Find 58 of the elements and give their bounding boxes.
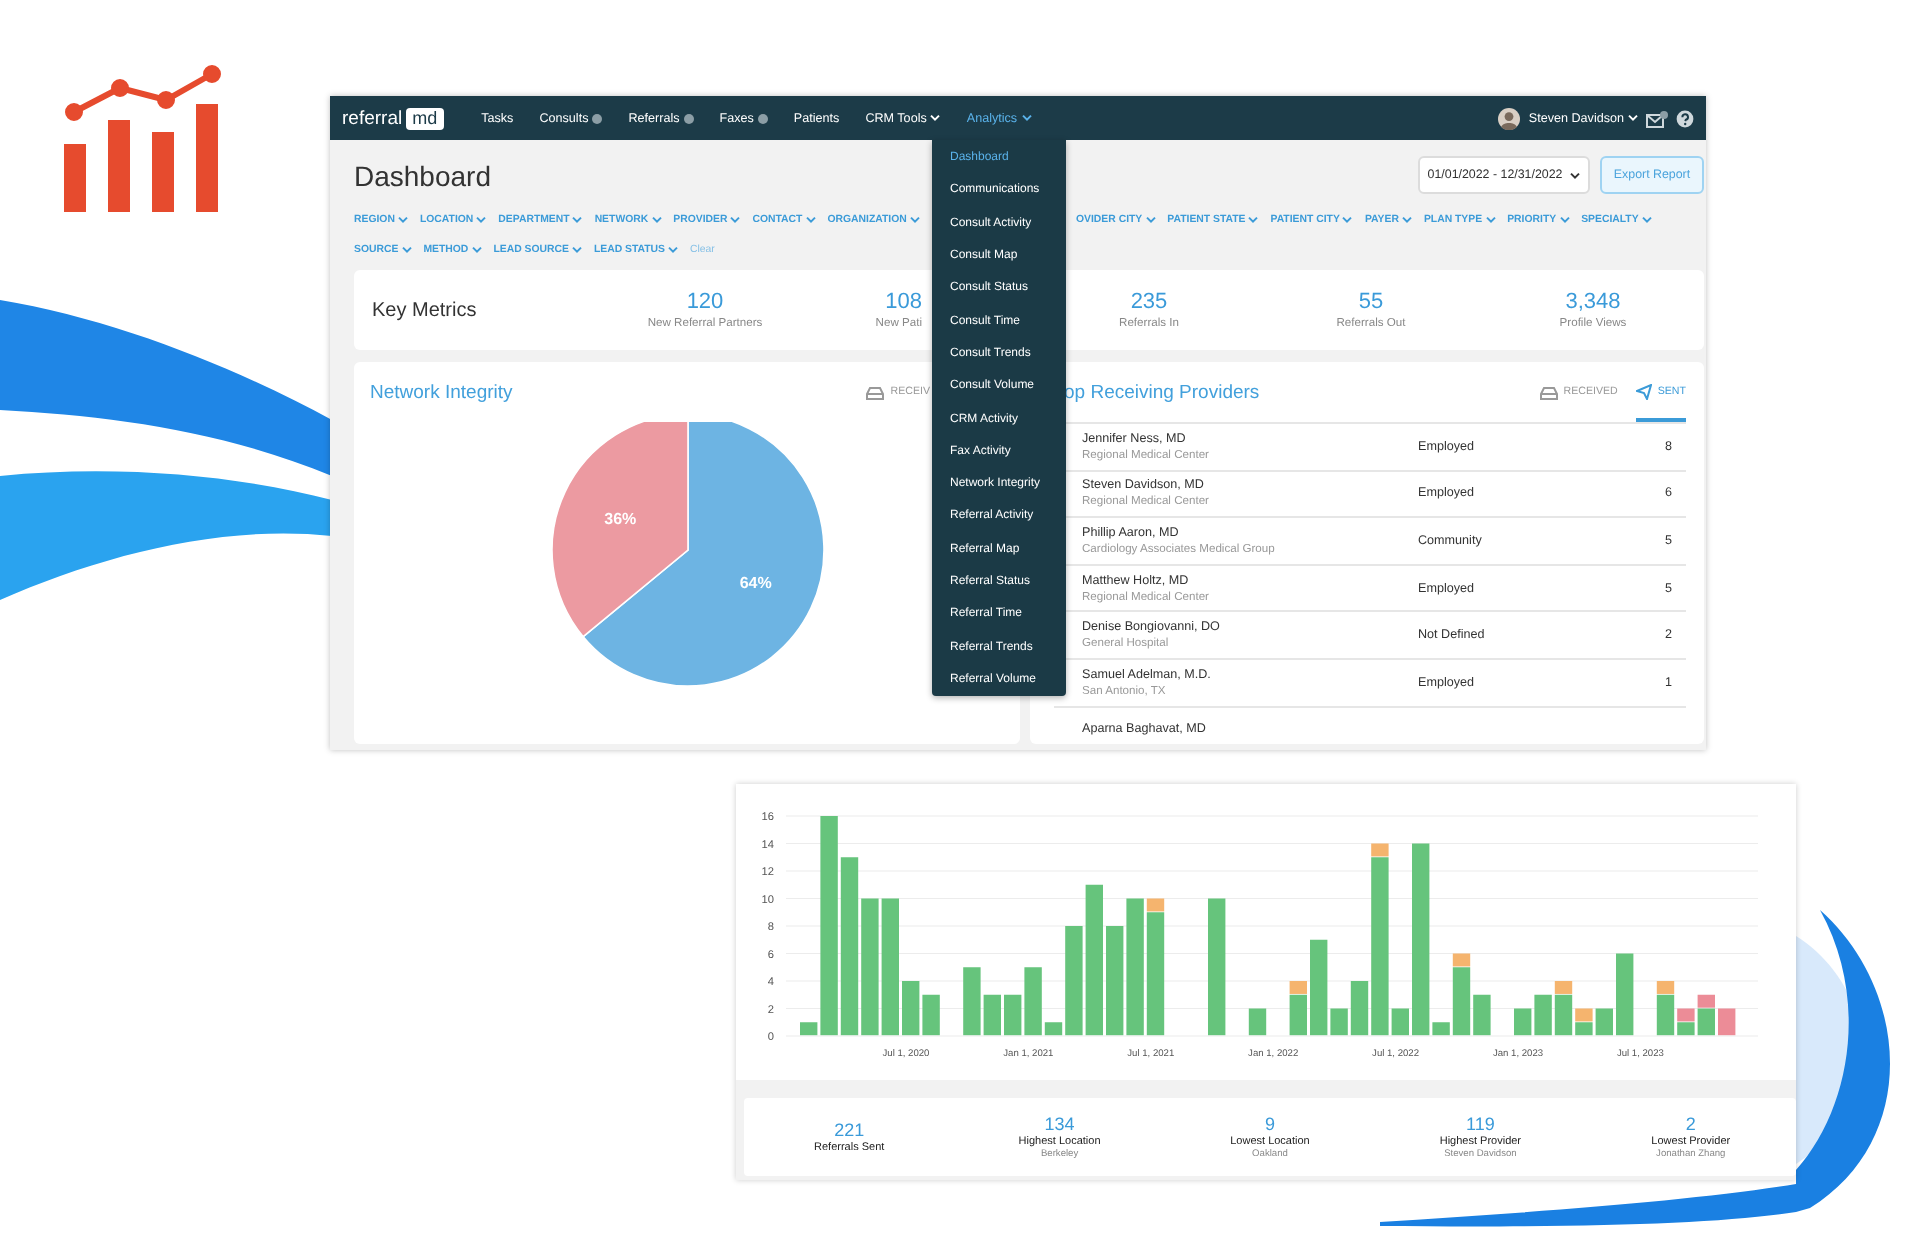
brand-badge: md [406, 107, 444, 129]
chevron-down-icon [397, 215, 408, 223]
chevron-down-icon [471, 245, 482, 253]
chevron-down-icon [476, 215, 487, 223]
chevron-down-icon [909, 215, 920, 223]
bar [1718, 1008, 1736, 1036]
inbox-icon [866, 385, 885, 399]
chevron-down-icon [1641, 215, 1652, 223]
stat-value: 119 [1466, 1114, 1495, 1134]
bar [1208, 898, 1226, 1036]
chevron-down-icon [730, 215, 741, 223]
count-icon [683, 113, 694, 123]
bar [922, 994, 940, 1036]
brand-name: referral [342, 107, 403, 129]
chevron-down-icon [1401, 215, 1412, 223]
chevron-down-icon [668, 245, 678, 253]
card-title: Key Metrics [370, 299, 479, 321]
metric-value: 108 [885, 290, 922, 314]
bar [861, 898, 879, 1036]
chevron-down-icon [651, 215, 662, 223]
count-icon [757, 113, 768, 123]
chevron-down-icon [1559, 215, 1570, 223]
chevron-down-icon [1248, 215, 1259, 223]
bar [1106, 926, 1124, 1036]
mail-icon[interactable] [1646, 109, 1668, 127]
chevron-down-icon [1485, 215, 1496, 223]
inbox-icon [1539, 385, 1558, 399]
chevron-down-icon [572, 215, 583, 223]
metric-value: 3,348 [1565, 290, 1621, 314]
bar [1248, 1008, 1267, 1036]
count-icon [592, 113, 603, 123]
bar-chart-logo-icon [64, 65, 221, 212]
card-title: Network Integrity [370, 381, 513, 403]
bar [881, 898, 899, 1036]
stat-value: 221 [834, 1120, 865, 1140]
metric-value: 120 [686, 290, 724, 314]
stat-value: 9 [1264, 1114, 1275, 1134]
paper-plane-icon [1635, 384, 1652, 400]
stat-value: 134 [1044, 1114, 1075, 1134]
chevron-down-icon [1628, 114, 1638, 122]
metric-value: 55 [1358, 290, 1384, 314]
slice-label: 64% [739, 573, 772, 592]
metric-value: 235 [1130, 290, 1168, 314]
page-title: Dashboard [354, 159, 491, 191]
chevron-down-icon [805, 215, 816, 223]
chevron-down-icon [1570, 171, 1581, 179]
chevron-down-icon [1021, 114, 1032, 122]
stat-value: 2 [1685, 1114, 1696, 1134]
help-icon[interactable] [1676, 109, 1694, 127]
avatar-icon [1498, 107, 1521, 129]
chevron-down-icon [1342, 215, 1353, 223]
chevron-down-icon [930, 114, 941, 122]
chevron-down-icon [1145, 215, 1156, 223]
chevron-down-icon [401, 245, 412, 253]
chevron-down-icon [571, 245, 582, 253]
bar [902, 981, 920, 1036]
slice-label: 36% [604, 510, 637, 529]
bar [1616, 953, 1634, 1036]
